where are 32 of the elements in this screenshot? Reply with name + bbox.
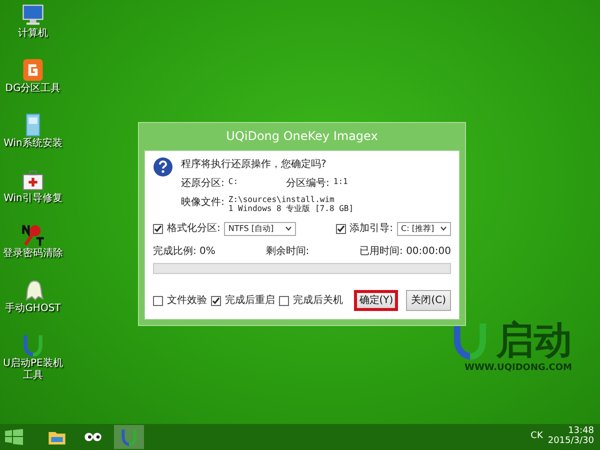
desktop-icon-label[interactable]: Win系统安装 [4,138,62,150]
desktop-icon-label[interactable]: 手动GHOST [5,303,61,314]
desktop-icon-label[interactable]: 计算机 [18,28,48,40]
dropdown[interactable]: C: [推荐] [397,222,451,236]
question-text: 程序将执行还原操作，您确定吗? [181,158,328,172]
checkbox-label: 完成后重启 [225,294,275,308]
close-button[interactable]: 关闭(C) [406,290,451,312]
image-path: Z:\sources\install.wim [228,195,336,204]
ime-indicator[interactable]: CK [530,430,543,444]
field-label: 映像文件: [181,196,224,210]
field-value: C: [228,176,238,188]
desktop-icon-label[interactable]: 登录密码清除 [3,248,63,260]
wallpaper-url: WWW.UQIDONG.COM [464,362,572,375]
wallpaper-logo-text: 启动 [496,321,572,359]
checkbox-label: 完成后关机 [293,294,343,308]
progress-label: 完成比例: 0% [153,244,216,260]
image-edition: 1 Windows 8 专业版 [7.8 GB] [228,204,354,214]
confirm-button[interactable]: 确定(Y) [354,290,398,312]
elapsed-time-label: 已用时间: 00:00:00 [360,244,451,260]
field-value: 1:1 [333,176,348,188]
desktop-icon-label[interactable]: Win引导修复 [4,193,62,204]
remaining-time-label: 剩余时间: [266,244,310,260]
window-title: UQiDong OneKey Imagex [225,128,379,145]
checkbox-label: 文件效验 [167,294,207,308]
field-label: 还原分区: [181,177,224,191]
desktop-icon-label[interactable]: U启动PE装机工具 [0,358,66,381]
checkbox-label: 添加引导: [350,222,393,236]
desktop-icon-label[interactable]: DG分区工具 [5,83,61,94]
field-label: 分区编号: [286,176,330,191]
checkbox-label: 格式化分区: [167,222,220,236]
clock[interactable]: 13:48 2015/3/30 [548,427,594,447]
dropdown[interactable]: NTFS [自动] [224,222,296,236]
